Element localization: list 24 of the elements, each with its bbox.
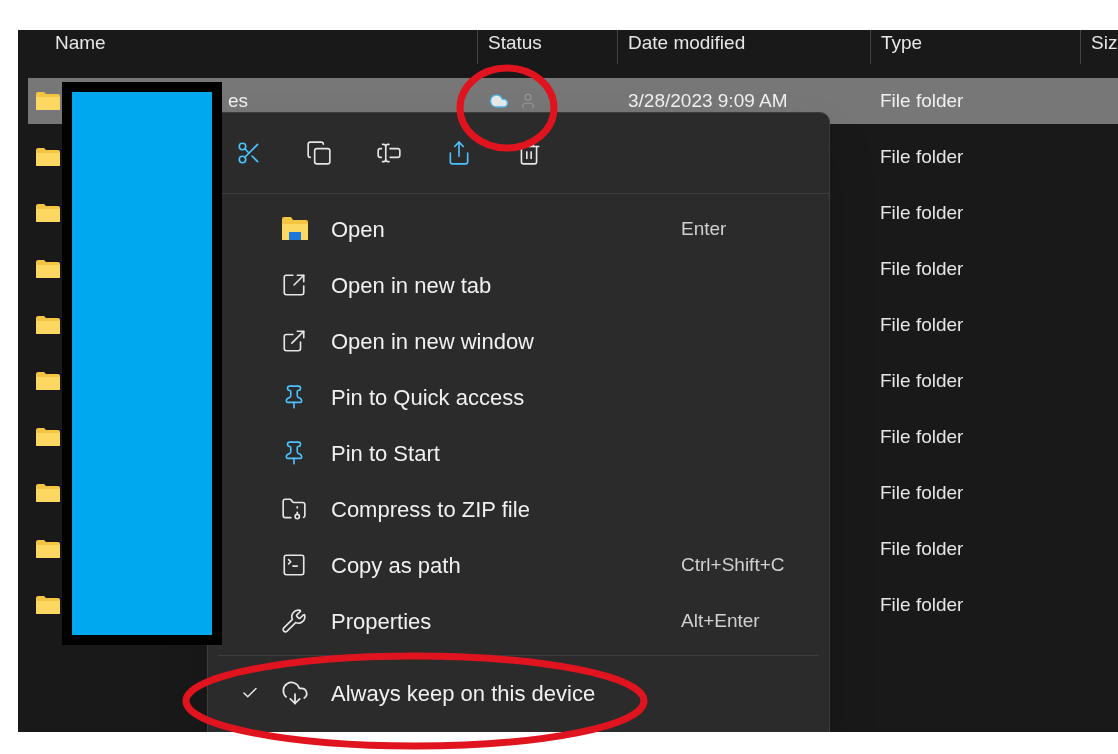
menu-label: Always keep on this device [331, 679, 596, 708]
menu-label: Open in new tab [331, 271, 493, 300]
file-type: File folder [880, 89, 964, 111]
menu-label: Pin to Quick access [331, 383, 526, 412]
file-type: File folder [880, 201, 964, 223]
menu-label: Copy as path [331, 551, 462, 580]
file-type: File folder [880, 593, 964, 615]
shortcut: Ctrl+Shift+C [681, 553, 785, 575]
file-type: File folder [880, 313, 964, 335]
file-type: File folder [880, 369, 964, 391]
menu-label: Open in new window [331, 327, 535, 356]
menu-label: Open [331, 215, 386, 244]
file-type: File folder [880, 257, 964, 279]
menu-label: Compress to ZIP file [331, 495, 531, 524]
shortcut: Enter [681, 217, 727, 239]
menu-label: Pin to Start [331, 439, 441, 468]
file-type: File folder [880, 537, 964, 559]
file-type: File folder [880, 425, 964, 447]
file-type: File folder [880, 481, 964, 503]
shortcut: Alt+Enter [681, 609, 760, 631]
file-type: File folder [880, 145, 964, 167]
file-name: es [228, 88, 249, 113]
menu-label: Properties [331, 607, 433, 636]
date-modified: 3/28/2023 9:09 AM [628, 89, 788, 111]
